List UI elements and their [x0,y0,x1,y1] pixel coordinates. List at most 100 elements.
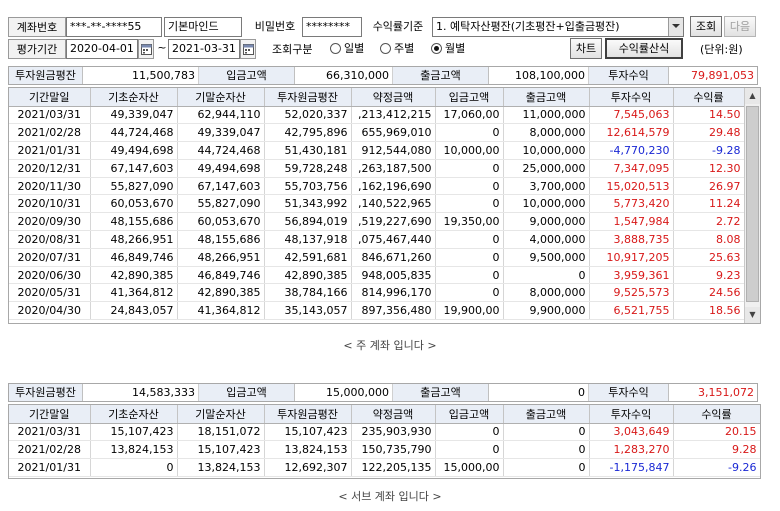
cell-end-net-asset: 41,364,812 [177,301,265,321]
column-header-deposit-amount[interactable]: 입금고액 [435,405,504,424]
cell-profit: -4,770,230 [589,141,674,160]
column-header-return-rate[interactable]: 수익률 [673,88,745,107]
cell-period-end: 2021/02/28 [9,123,91,143]
principal-avg-value: 11,500,783 [83,67,199,84]
table-row[interactable]: 2021/03/31 15,107,423 18,151,072 15,107,423… [9,423,760,442]
column-header-withdraw-amount[interactable]: 출금고액 [503,88,590,107]
calendar-icon[interactable] [138,39,154,59]
table-row[interactable]: 2021/02/28 13,824,153 15,107,423 13,824,153… [9,440,760,460]
cell-period-end: 2020/08/31 [9,230,91,249]
cell-profit: 7,545,063 [589,106,674,125]
table-row[interactable]: 2020/08/31 48,266,951 48,155,686 48,137,918… [9,230,745,249]
cell-deposit-amount: 19,900,00 [435,301,504,321]
password-field[interactable]: ******** [302,17,362,37]
table-row[interactable]: 2020/12/31 67,147,603 49,494,698 59,728,248… [9,159,745,178]
chevron-down-icon[interactable] [668,18,683,36]
cell-return-rate: 26.97 [673,177,745,196]
cell-end-net-asset: 15,107,423 [177,440,265,460]
cell-begin-net-asset: 44,724,468 [90,123,178,143]
radio-daily[interactable]: 일별 [330,40,364,58]
scroll-down-icon[interactable]: ▼ [745,307,760,323]
radio-weekly-label: 주별 [394,42,415,55]
cell-contract-amount: ,263,187,500 [351,159,436,178]
table-row[interactable]: 2020/10/31 60,053,670 55,827,090 51,343,992… [9,194,745,214]
column-header-contract-amount[interactable]: 약정금액 [351,88,436,107]
cell-end-net-asset: 67,147,603 [177,177,265,196]
cell-end-net-asset: 18,151,072 [177,423,265,442]
date-from-field[interactable]: 2020-04-01 [66,39,138,59]
sub-grid[interactable]: 기간말일 기초순자산 기말순자산 투자원금평잔 약정금액 입금고액 출금고액 투자수익 수익률 … [8,404,761,479]
radio-button[interactable] [380,43,391,54]
table-row[interactable]: 2020/07/31 46,849,746 48,266,951 42,591,681… [9,248,745,267]
profit-value: 79,891,053 [691,69,754,82]
column-header-period-end[interactable]: 기간말일 [9,88,91,107]
return-basis-label: 수익률기준 [366,17,430,37]
calendar-icon[interactable] [240,39,256,59]
search-button[interactable]: 조회 [690,16,722,37]
table-row[interactable]: 2021/02/28 44,724,468 49,339,047 42,795,896… [9,123,745,143]
cell-withdraw-amount: 3,700,000 [503,177,590,196]
cell-end-net-asset: 44,724,468 [177,141,265,160]
return-formula-button[interactable]: 수익률산식 [605,38,683,59]
column-header-profit[interactable]: 투자수익 [589,88,674,107]
column-header-begin-net-asset[interactable]: 기초순자산 [90,405,178,424]
column-header-begin-net-asset[interactable]: 기초순자산 [90,88,178,107]
cell-end-net-asset: 55,827,090 [177,194,265,214]
column-header-profit[interactable]: 투자수익 [589,405,674,424]
cell-period-end: 2021/03/31 [9,106,91,125]
cell-begin-net-asset: 49,339,047 [90,106,178,125]
table-row[interactable]: 2020/11/30 55,827,090 67,147,603 55,703,756… [9,177,745,196]
table-row[interactable]: 2021/01/31 49,494,698 44,724,468 51,430,181… [9,141,745,160]
cell-profit: 10,917,205 [589,248,674,267]
cell-contract-amount: ,162,196,690 [351,177,436,196]
cell-principal-avg: 13,824,153 [264,440,352,460]
column-header-principal-avg[interactable]: 투자원금평잔 [264,405,352,424]
return-basis-value: 1. 예탁자산평잔(기초평잔+입출금평잔) [436,20,620,33]
column-header-deposit-amount[interactable]: 입금고액 [435,88,504,107]
scroll-up-icon[interactable]: ▲ [745,88,760,104]
date-to-field[interactable]: 2021-03-31 [168,39,240,59]
table-row[interactable]: 2020/06/30 42,890,385 46,849,746 42,890,385… [9,266,745,285]
column-header-end-net-asset[interactable]: 기말순자산 [177,88,265,107]
table-row[interactable]: 2020/04/30 24,843,057 41,364,812 35,143,057… [9,301,745,321]
cell-contract-amount: 897,356,480 [351,301,436,321]
cell-begin-net-asset: 13,824,153 [90,440,178,460]
main-scrollbar[interactable]: ▲ ▼ [744,88,760,323]
column-header-withdraw-amount[interactable]: 출금고액 [503,405,590,424]
cell-period-end: 2020/05/31 [9,283,91,303]
cell-principal-avg: 48,137,918 [264,230,352,249]
cell-profit: 3,043,649 [589,423,674,442]
column-header-end-net-asset[interactable]: 기말순자산 [177,405,265,424]
cell-begin-net-asset: 0 [90,458,178,477]
table-row[interactable]: 2021/01/31 0 13,824,153 12,692,307 122,205,1… [9,458,760,477]
cell-begin-net-asset: 41,364,812 [90,283,178,303]
cell-withdraw-amount: 0 [503,458,590,477]
main-table: 기간말일 기초순자산 기말순자산 투자원금평잔 약정금액 입금고액 출금고액 투자수익 수익률 … [9,88,745,321]
radio-button[interactable] [431,43,442,54]
table-row[interactable]: 2021/03/31 49,339,047 62,944,110 52,020,337… [9,106,745,125]
cell-withdraw-amount: 8,000,000 [503,123,590,143]
scroll-thumb[interactable] [746,106,759,302]
next-button[interactable]: 다음 [724,16,756,37]
radio-weekly[interactable]: 주별 [380,40,414,58]
column-header-period-end[interactable]: 기간말일 [9,405,91,424]
account-number-field[interactable]: ***-**-****55 [66,17,162,37]
cell-begin-net-asset: 15,107,423 [90,423,178,442]
cell-withdraw-amount: 0 [503,423,590,442]
column-header-contract-amount[interactable]: 약정금액 [351,405,436,424]
password-label: 비밀번호 [248,17,302,37]
chart-button[interactable]: 차트 [570,38,602,59]
column-header-principal-avg[interactable]: 투자원금평잔 [264,88,352,107]
radio-monthly[interactable]: 월별 [431,40,465,58]
cell-contract-amount: 150,735,790 [351,440,436,460]
radio-button[interactable] [330,43,341,54]
table-row[interactable]: 2020/05/31 41,364,812 42,890,385 38,784,166… [9,283,745,303]
cell-deposit-amount: 17,060,00 [435,106,504,125]
cell-contract-amount: 814,996,170 [351,283,436,303]
cell-period-end: 2020/10/31 [9,194,91,214]
column-header-return-rate[interactable]: 수익률 [673,405,760,424]
cell-deposit-amount: 0 [435,266,504,285]
table-row[interactable]: 2020/09/30 48,155,686 60,053,670 56,894,019… [9,212,745,232]
return-basis-select[interactable]: 1. 예탁자산평잔(기초평잔+입출금평잔) [432,17,684,37]
main-grid[interactable]: 기간말일 기초순자산 기말순자산 투자원금평잔 약정금액 입금고액 출금고액 투자수익 수익률 … [8,87,761,324]
